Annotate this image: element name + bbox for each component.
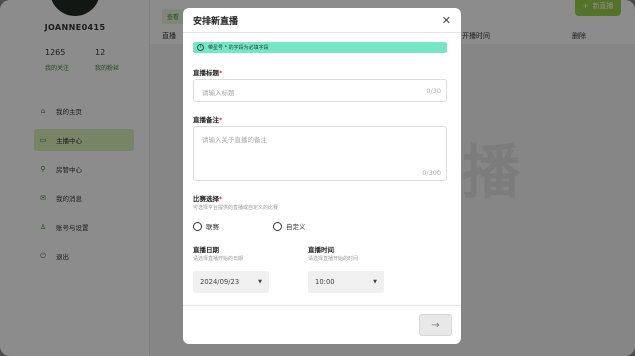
radio-custom[interactable]: 自定义 — [273, 221, 306, 231]
radio-league-label: 联赛 — [206, 223, 219, 231]
required-notice-banner: i 带星号 * 的字段为必填字段 — [193, 42, 447, 53]
caret-down-icon: ▼ — [373, 279, 377, 285]
date-value: 2024/09/23 — [200, 278, 240, 286]
schedule-live-modal: 安排新直播 ✕ i 带星号 * 的字段为必填字段 直播标题* 请输入标题 0/3… — [183, 8, 461, 344]
title-field-label-text: 直播标题 — [193, 69, 219, 77]
title-char-counter: 0/30 — [426, 87, 441, 95]
note-textarea-placeholder: 请输入关于直播的备注 — [202, 136, 267, 144]
match-select-label-text: 比赛选择 — [193, 195, 219, 203]
caret-down-icon: ▼ — [258, 279, 262, 285]
info-icon: i — [197, 44, 204, 51]
title-input-placeholder: 请输入标题 — [202, 89, 235, 97]
note-field-label-text: 直播备注 — [193, 116, 219, 124]
modal-title: 安排新直播 — [193, 16, 239, 27]
arrow-right-icon: → — [431, 319, 440, 331]
note-field-label: 直播备注* — [193, 114, 222, 124]
radio-circle — [273, 221, 282, 231]
modal-footer-divider — [183, 305, 461, 306]
required-asterisk: * — [219, 116, 223, 124]
modal-header: 安排新直播 ✕ — [183, 8, 461, 33]
date-field-hint: 请选择直播开始的日期 — [193, 256, 244, 262]
next-button[interactable]: → — [419, 314, 452, 336]
title-input[interactable]: 请输入标题 0/30 — [193, 79, 447, 102]
title-field-label: 直播标题* — [193, 67, 222, 77]
time-field-hint: 请选择直播开始的时间 — [308, 256, 359, 262]
required-asterisk: * — [219, 195, 223, 203]
radio-league[interactable]: 联赛 — [193, 221, 219, 231]
date-picker[interactable]: 2024/09/23 ▼ — [193, 271, 269, 293]
required-asterisk: * — [219, 69, 223, 77]
time-field-label: 直播时间 — [308, 246, 334, 254]
date-field-label: 直播日期 — [193, 246, 219, 254]
match-select-hint: 可选择平台提供的直播或自定义的比赛 — [193, 205, 279, 211]
time-value: 10:00 — [315, 278, 335, 286]
required-notice-text: 带星号 * 的字段为必填字段 — [208, 45, 269, 51]
match-select-label: 比赛选择* — [193, 193, 222, 203]
radio-circle — [193, 221, 202, 231]
time-picker[interactable]: 10:00 ▼ — [308, 271, 384, 293]
note-char-counter: 0/300 — [422, 169, 441, 177]
close-icon[interactable]: ✕ — [442, 15, 451, 26]
radio-custom-label: 自定义 — [286, 223, 306, 231]
note-textarea[interactable]: 请输入关于直播的备注 0/300 — [193, 126, 447, 181]
